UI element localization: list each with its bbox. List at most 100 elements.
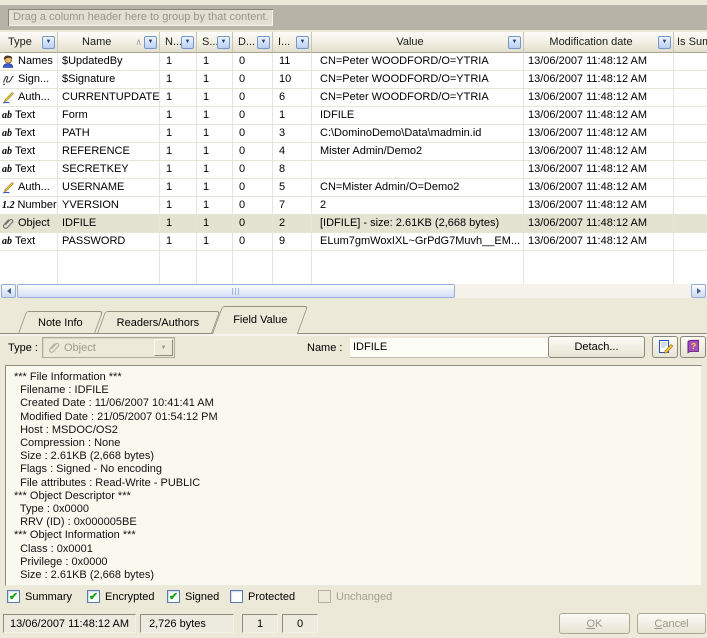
cell-is-summary[interactable]	[674, 233, 707, 251]
cell-d[interactable]: 0	[233, 179, 273, 197]
grid-row-reference[interactable]: abTextREFERENCE1104Mister Admin/Demo213/…	[0, 143, 707, 161]
cell-is-summary[interactable]	[674, 107, 707, 125]
cell-is-summary[interactable]	[674, 197, 707, 215]
field-info-text[interactable]: *** File Information *** Filename : IDFI…	[5, 365, 702, 586]
column-header-value[interactable]: Value▼	[312, 32, 524, 53]
cancel-button[interactable]: Cancel	[637, 613, 706, 634]
cell-is-summary[interactable]	[674, 161, 707, 179]
checkbox-signed[interactable]: ✔Signed	[167, 590, 219, 603]
cell-value[interactable]: CN=Peter WOODFORD/O=YTRIA	[312, 53, 524, 71]
cell-n[interactable]: 1	[160, 179, 197, 197]
grid-row-secretkey[interactable]: abTextSECRETKEY110813/06/2007 11:48:12 A…	[0, 161, 707, 179]
cell-s[interactable]: 1	[197, 179, 233, 197]
cell-modification-date[interactable]: 13/06/2007 11:48:12 AM	[524, 215, 674, 233]
cell-i[interactable]: 3	[273, 125, 312, 143]
cell-is-summary[interactable]	[674, 143, 707, 161]
cell-d[interactable]: 0	[233, 143, 273, 161]
filter-dropdown-icon[interactable]: ▼	[296, 36, 309, 49]
column-header-type[interactable]: Type▼	[0, 32, 58, 53]
cell-type[interactable]: abText	[0, 125, 58, 143]
filter-dropdown-icon[interactable]: ▼	[181, 36, 194, 49]
cell-i[interactable]: 2	[273, 215, 312, 233]
filter-dropdown-icon[interactable]: ▼	[42, 36, 55, 49]
grid-row-currentupdater[interactable]: Auth...CURRENTUPDATER1106CN=Peter WOODFO…	[0, 89, 707, 107]
tab-field-value[interactable]: Field Value	[217, 306, 303, 334]
tab-readers-authors[interactable]: Readers/Authors	[101, 311, 216, 334]
cell-type[interactable]: Object	[0, 215, 58, 233]
cell-is-summary[interactable]	[674, 53, 707, 71]
scroll-left-button[interactable]	[1, 284, 16, 298]
grid-row-idfile[interactable]: ObjectIDFILE1102[IDFILE] - size: 2.61KB …	[0, 215, 707, 233]
check-icon[interactable]: ✔	[167, 590, 180, 603]
cell-i[interactable]: 11	[273, 53, 312, 71]
cell-type[interactable]: Auth...	[0, 179, 58, 197]
cell-d[interactable]: 0	[233, 53, 273, 71]
cell-d[interactable]: 0	[233, 89, 273, 107]
cell-modification-date[interactable]: 13/06/2007 11:48:12 AM	[524, 71, 674, 89]
cell-type[interactable]: Sign...	[0, 71, 58, 89]
cell-n[interactable]: 1	[160, 89, 197, 107]
checkbox-encrypted[interactable]: ✔Encrypted	[87, 590, 155, 603]
cell-modification-date[interactable]: 13/06/2007 11:48:12 AM	[524, 179, 674, 197]
edit-document-button[interactable]	[652, 336, 678, 358]
cell-name[interactable]: Form	[58, 107, 160, 125]
checkbox-empty[interactable]	[230, 590, 243, 603]
grid-row-form[interactable]: abTextForm1101IDFILE13/06/2007 11:48:12 …	[0, 107, 707, 125]
column-header-n[interactable]: N...▼	[160, 32, 197, 53]
grid-row-signature[interactable]: Sign...$Signature11010CN=Peter WOODFORD/…	[0, 71, 707, 89]
detach-button[interactable]: Detach...	[548, 336, 645, 358]
cell-type[interactable]: abText	[0, 233, 58, 251]
cell-i[interactable]: 7	[273, 197, 312, 215]
cell-n[interactable]: 1	[160, 215, 197, 233]
filter-dropdown-icon[interactable]: ▼	[144, 36, 157, 49]
cell-d[interactable]: 0	[233, 71, 273, 89]
cell-s[interactable]: 1	[197, 233, 233, 251]
cell-modification-date[interactable]: 13/06/2007 11:48:12 AM	[524, 161, 674, 179]
checkbox-summary[interactable]: ✔Summary	[7, 590, 72, 603]
cell-value[interactable]: CN=Peter WOODFORD/O=YTRIA	[312, 89, 524, 107]
cell-value[interactable]: 2	[312, 197, 524, 215]
scroll-right-button[interactable]	[691, 284, 706, 298]
cell-type[interactable]: Names	[0, 53, 58, 71]
group-by-bar[interactable]: Drag a column header here to group by th…	[0, 5, 707, 30]
cell-d[interactable]: 0	[233, 161, 273, 179]
cell-n[interactable]: 1	[160, 53, 197, 71]
checkbox-protected[interactable]: Protected	[230, 590, 295, 603]
cell-value[interactable]: Mister Admin/Demo2	[312, 143, 524, 161]
cell-name[interactable]: REFERENCE	[58, 143, 160, 161]
grid-row-updatedby[interactable]: Names$UpdatedBy11011CN=Peter WOODFORD/O=…	[0, 53, 707, 71]
cell-value[interactable]: C:\DominoDemo\Data\madmin.id	[312, 125, 524, 143]
cell-s[interactable]: 1	[197, 143, 233, 161]
name-field[interactable]: IDFILE	[350, 338, 548, 358]
cell-modification-date[interactable]: 13/06/2007 11:48:12 AM	[524, 125, 674, 143]
cell-name[interactable]: YVERSION	[58, 197, 160, 215]
cell-name[interactable]: IDFILE	[58, 215, 160, 233]
cell-name[interactable]: PATH	[58, 125, 160, 143]
column-header-i[interactable]: I...▼	[273, 32, 312, 53]
cell-s[interactable]: 1	[197, 53, 233, 71]
cell-i[interactable]: 8	[273, 161, 312, 179]
cell-name[interactable]: $UpdatedBy	[58, 53, 160, 71]
cell-i[interactable]: 6	[273, 89, 312, 107]
cell-s[interactable]: 1	[197, 161, 233, 179]
cell-i[interactable]: 5	[273, 179, 312, 197]
cell-n[interactable]: 1	[160, 143, 197, 161]
cell-i[interactable]: 4	[273, 143, 312, 161]
cell-name[interactable]: CURRENTUPDATER	[58, 89, 160, 107]
cell-name[interactable]: USERNAME	[58, 179, 160, 197]
cell-n[interactable]: 1	[160, 71, 197, 89]
cell-modification-date[interactable]: 13/06/2007 11:48:12 AM	[524, 53, 674, 71]
cell-i[interactable]: 10	[273, 71, 312, 89]
scrollbar-thumb[interactable]	[17, 284, 455, 298]
cell-is-summary[interactable]	[674, 71, 707, 89]
cell-n[interactable]: 1	[160, 197, 197, 215]
cell-n[interactable]: 1	[160, 161, 197, 179]
cell-n[interactable]: 1	[160, 125, 197, 143]
cell-name[interactable]: $Signature	[58, 71, 160, 89]
ok-button[interactable]: OK	[559, 613, 630, 634]
cell-is-summary[interactable]	[674, 89, 707, 107]
tab-note-info[interactable]: Note Info	[22, 311, 99, 334]
check-icon[interactable]: ✔	[87, 590, 100, 603]
cell-type[interactable]: 1.2Number	[0, 197, 58, 215]
cell-modification-date[interactable]: 13/06/2007 11:48:12 AM	[524, 143, 674, 161]
